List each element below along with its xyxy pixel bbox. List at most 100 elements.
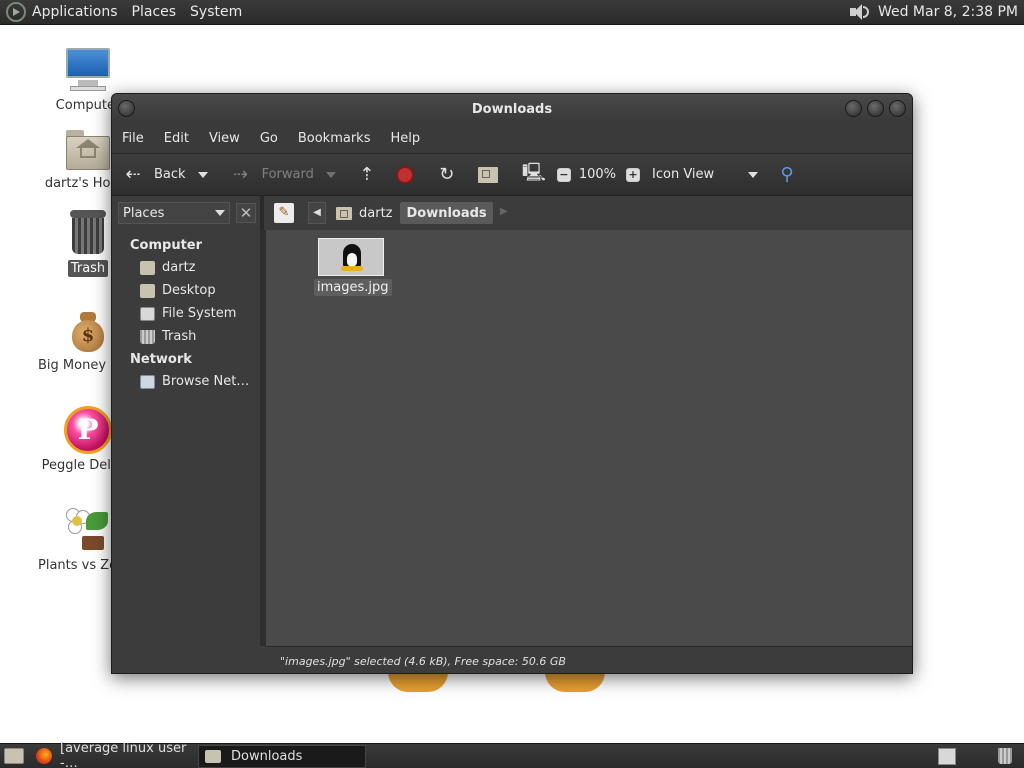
back-label: Back xyxy=(154,167,186,182)
minimize-button[interactable] xyxy=(845,100,862,117)
sidebar-item-file-system[interactable]: File System xyxy=(112,302,260,325)
forward-history-dropdown[interactable] xyxy=(325,171,336,178)
status-bar: "images.jpg" selected (4.6 kB), Free spa… xyxy=(266,646,912,673)
reload-icon[interactable]: ↻ xyxy=(436,164,458,186)
menu-view[interactable]: View xyxy=(209,131,240,146)
window-title: Downloads xyxy=(471,101,553,117)
home-icon xyxy=(477,166,498,183)
sidebar-item-dartz[interactable]: dartz xyxy=(112,256,260,279)
menu-file[interactable]: File xyxy=(122,131,144,146)
back-arrow-icon: ⇠ xyxy=(125,164,141,185)
path-label: Downloads xyxy=(406,205,487,221)
trash-applet-icon[interactable] xyxy=(998,748,1012,764)
system-menu[interactable]: System xyxy=(190,4,242,20)
view-mode-select[interactable]: Icon View xyxy=(652,167,759,182)
file-item-images-jpg[interactable]: images.jpg xyxy=(314,238,392,296)
file-name: images.jpg xyxy=(314,279,392,296)
drive-icon xyxy=(140,306,155,321)
home-button[interactable] xyxy=(477,166,505,183)
maximize-button[interactable] xyxy=(867,100,884,117)
applications-menu[interactable]: Applications xyxy=(32,4,118,20)
distro-logo-icon[interactable] xyxy=(6,2,26,22)
edit-location-icon[interactable]: ✎ xyxy=(274,203,294,223)
computer-button-icon[interactable]: 🖳 xyxy=(522,162,546,186)
back-history-dropdown[interactable] xyxy=(197,171,208,178)
sidebar-item-trash[interactable]: Trash xyxy=(112,325,260,348)
window-menu-button[interactable] xyxy=(118,100,135,117)
file-manager-window: Downloads File Edit View Go Bookmarks He… xyxy=(111,93,913,674)
sidebar-header: Places ✕ xyxy=(112,196,260,230)
top-panel: Applications Places System Wed Mar 8, 2:… xyxy=(0,0,1024,25)
path-label: dartz xyxy=(359,205,393,221)
forward-arrow-icon: ⇢ xyxy=(233,164,249,185)
volume-icon[interactable] xyxy=(848,2,870,22)
stop-icon xyxy=(395,165,414,184)
tux-image-thumbnail xyxy=(318,238,384,276)
trash-icon xyxy=(140,329,155,344)
home-folder-icon xyxy=(140,260,155,275)
places-menu[interactable]: Places xyxy=(132,4,177,20)
menubar: File Edit View Go Bookmarks Help xyxy=(112,124,912,153)
path-button-dartz[interactable]: dartz xyxy=(330,202,398,224)
back-button[interactable]: ⇠ Back xyxy=(122,164,208,186)
forward-button[interactable]: ⇢ Forward xyxy=(230,164,336,186)
toolbar: ⇠ Back ⇢ Forward ⇡ ↻ 🖳 − 100% + Icon Vie… xyxy=(112,153,912,196)
sidebar-type-label: Places xyxy=(123,205,165,221)
sidebar-item-browse-network[interactable]: Browse Net… xyxy=(112,370,260,393)
zoom-level[interactable]: 100% xyxy=(579,167,616,182)
sidebar-item-desktop[interactable]: Desktop xyxy=(112,279,260,302)
top-panel-tray: Wed Mar 8, 2:38 PM xyxy=(848,2,1024,22)
path-scroll-right-icon[interactable]: ▶ xyxy=(495,202,513,224)
taskbar-item-browser[interactable]: [average linux user -… xyxy=(30,741,196,768)
view-mode-label: Icon View xyxy=(652,167,715,182)
chevron-down-icon xyxy=(215,210,225,216)
close-sidebar-icon[interactable]: ✕ xyxy=(236,203,256,223)
sidebar-item-label: Desktop xyxy=(162,283,216,298)
plants-icon xyxy=(64,506,112,554)
desktop-folder-icon xyxy=(140,283,155,298)
wallpaper-detail xyxy=(388,672,448,692)
location-row: Places ✕ ✎ ◀ dartz Downloads ▶ xyxy=(112,196,912,230)
trash-icon xyxy=(68,208,108,256)
task-label: Downloads xyxy=(231,748,303,764)
show-desktop-icon[interactable] xyxy=(4,748,24,764)
task-label: [average linux user -… xyxy=(60,741,187,768)
path-button-downloads[interactable]: Downloads xyxy=(400,202,493,224)
computer-icon xyxy=(64,46,112,94)
close-button[interactable] xyxy=(889,100,906,117)
sidebar-item-label: Browse Net… xyxy=(162,374,250,389)
workspace-switcher[interactable] xyxy=(938,748,956,765)
peggle-icon: P xyxy=(64,406,112,454)
chevron-down-icon xyxy=(748,171,759,178)
menu-bookmarks[interactable]: Bookmarks xyxy=(298,131,371,146)
sidebar-type-select[interactable]: Places xyxy=(118,202,230,224)
folder-icon xyxy=(205,749,221,763)
forward-label: Forward xyxy=(261,167,314,182)
path-bar: ✎ ◀ dartz Downloads ▶ xyxy=(260,196,912,230)
up-arrow-icon[interactable]: ⇡ xyxy=(356,164,378,186)
clock[interactable]: Wed Mar 8, 2:38 PM xyxy=(878,4,1018,20)
file-view[interactable]: images.jpg xyxy=(266,230,912,646)
taskbar-item-downloads[interactable]: Downloads xyxy=(198,744,366,768)
sidebar-item-label: dartz xyxy=(162,260,196,275)
desktop-icon-label: Trash xyxy=(67,260,109,277)
sidebar-section-computer: Computer xyxy=(130,238,203,253)
sidebar-item-label: File System xyxy=(162,306,237,321)
menu-help[interactable]: Help xyxy=(390,131,420,146)
search-icon[interactable]: ⚲ xyxy=(776,164,798,186)
window-titlebar[interactable]: Downloads xyxy=(112,94,912,124)
zoom-out-icon[interactable]: − xyxy=(556,167,571,182)
home-folder-icon xyxy=(64,128,112,172)
home-icon xyxy=(336,206,352,220)
menu-edit[interactable]: Edit xyxy=(164,131,189,146)
sidebar-item-label: Trash xyxy=(162,329,197,344)
stop-button[interactable] xyxy=(395,165,414,184)
zoom-in-icon[interactable]: + xyxy=(626,167,641,182)
path-scroll-left-icon[interactable]: ◀ xyxy=(308,202,326,224)
sidebar-section-network: Network xyxy=(130,352,192,367)
money-bag-icon: $ xyxy=(68,310,108,354)
bottom-panel: [average linux user -… Downloads xyxy=(0,741,1024,768)
network-icon xyxy=(140,374,155,389)
menu-go[interactable]: Go xyxy=(260,131,278,146)
places-sidebar: Computer dartz Desktop File System Trash… xyxy=(112,230,260,646)
